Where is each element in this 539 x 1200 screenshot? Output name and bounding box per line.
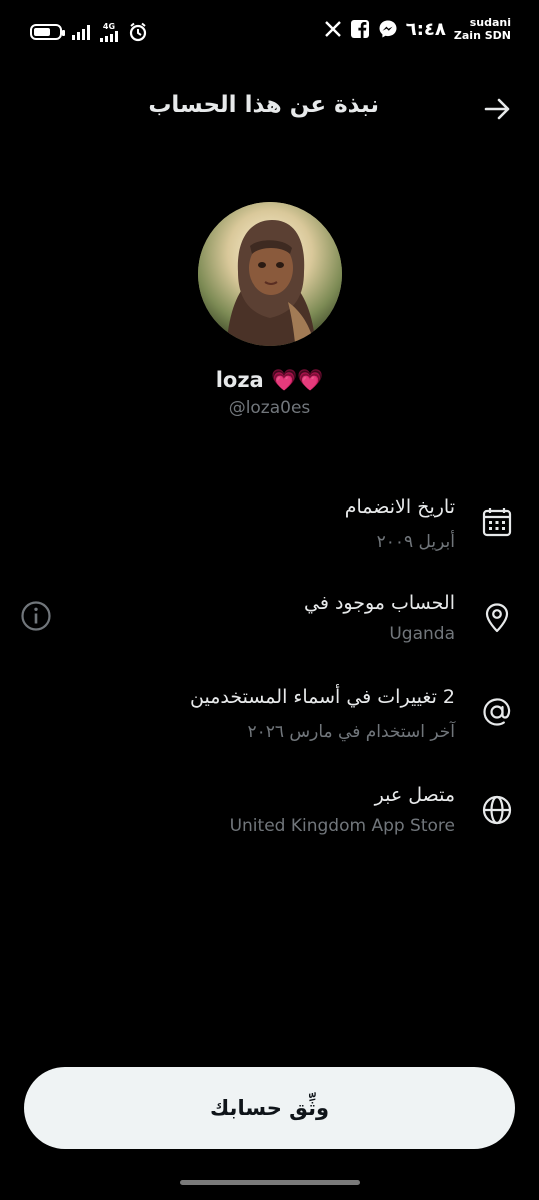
location-title: الحساب موجود في <box>304 592 455 614</box>
display-name: loza 💗💗 <box>215 368 324 392</box>
verify-account-button[interactable]: وثِّق حسابك <box>24 1067 515 1149</box>
location-value: Uganda <box>389 624 455 644</box>
battery-icon <box>30 24 65 40</box>
avatar-illustration <box>198 202 342 346</box>
page-title: نبذة عن هذا الحساب <box>148 92 379 118</box>
header: نبذة عن هذا الحساب <box>0 84 539 132</box>
status-time: ٦:٤٨ <box>405 18 446 40</box>
arrow-right-icon[interactable] <box>483 94 513 124</box>
globe-icon <box>482 795 512 825</box>
calendar-icon <box>482 508 512 537</box>
messenger-icon <box>379 20 397 38</box>
connected-via-value: United Kingdom App Store <box>229 816 455 836</box>
connected-via-title: متصل عبر <box>374 784 455 806</box>
carrier-label: sudani Zain SDN <box>454 16 511 42</box>
x-app-icon <box>324 21 341 37</box>
join-date-title: تاريخ الانضمام <box>344 496 455 518</box>
info-icon[interactable] <box>20 600 52 632</box>
info-row-location: الحساب موجود في Uganda <box>0 590 539 670</box>
carrier-line2: Zain SDN <box>453 29 511 42</box>
at-sign-icon <box>483 698 511 726</box>
username: @loza0es <box>228 398 311 418</box>
alarm-icon <box>129 22 147 42</box>
signal-icon-2 <box>100 30 118 42</box>
username-changes-title: 2 تغييرات في أسماء المستخدمين <box>190 686 455 708</box>
join-date-value: أبريل ٢٠٠٩ <box>376 532 455 552</box>
location-pin-icon <box>485 603 509 633</box>
info-row-connected-via: متصل عبر United Kingdom App Store <box>0 782 539 862</box>
status-left: 4G <box>30 22 148 42</box>
signal-icon <box>72 24 90 40</box>
home-indicator[interactable] <box>180 1180 360 1185</box>
carrier-line1: sudani <box>469 16 511 29</box>
info-row-username-changes: 2 تغييرات في أسماء المستخدمين آخر استخدا… <box>0 684 539 764</box>
username-changes-value: آخر استخدام في مارس ٢٠٢٦ <box>247 722 455 742</box>
avatar <box>198 202 342 346</box>
facebook-icon <box>350 20 369 38</box>
network-type-icon: 4G <box>100 21 118 42</box>
status-bar: 4G ٦:٤٨ sudani Zain SDN <box>0 0 539 62</box>
status-right: ٦:٤٨ sudani Zain SDN <box>324 16 511 42</box>
network-label: 4G <box>102 21 116 31</box>
info-row-join-date: تاريخ الانضمام أبريل ٢٠٠٩ <box>0 494 539 574</box>
